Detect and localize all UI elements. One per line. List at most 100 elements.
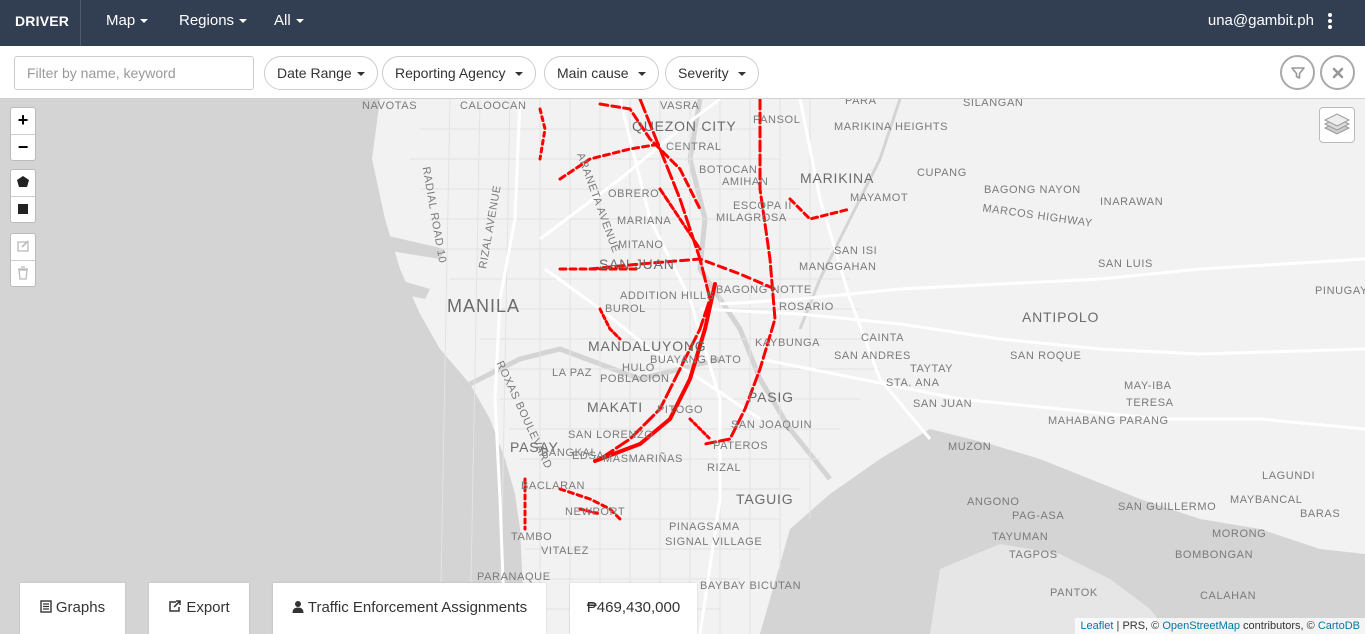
place-label: VASRA <box>660 100 700 112</box>
layers-control[interactable] <box>1319 107 1355 143</box>
cost-tab[interactable]: ₱469,430,000 <box>570 583 697 634</box>
place-label: MASMARIÑAS <box>603 453 683 465</box>
user-email[interactable]: una@gambit.ph <box>1208 0 1314 46</box>
place-label: MAHABANG PARANG <box>1048 415 1169 427</box>
place-label: OBRERO <box>608 188 660 200</box>
place-label: CALAHAN <box>1200 590 1257 602</box>
close-icon <box>1332 67 1344 79</box>
graphs-label: Graphs <box>55 599 106 616</box>
reporting-agency-label: Reporting Agency <box>395 65 506 81</box>
place-label: QUEZON CITY <box>632 118 737 134</box>
place-label: SAN GUILLERMO <box>1118 501 1217 513</box>
place-label: ANGONO <box>967 496 1020 508</box>
map-menu-label: Map <box>106 12 136 29</box>
zoom-control: + − <box>10 107 36 161</box>
kebab-menu-icon[interactable] <box>1327 13 1333 29</box>
brand-logo[interactable]: DRIVER <box>0 0 81 46</box>
place-label: SAN JUAN <box>913 398 973 410</box>
place-label: BOMBONGAN <box>1175 549 1254 561</box>
traffic-enforcement-tab[interactable]: Traffic Enforcement Assignments <box>273 583 546 634</box>
place-label: PARA <box>845 99 877 107</box>
graphs-tab[interactable]: Graphs <box>20 583 125 634</box>
all-menu-label: All <box>274 12 291 29</box>
place-label: MILAGROSA <box>716 212 787 224</box>
map-attribution: Leaflet | PRS, © OpenStreetMap contribut… <box>1075 618 1365 634</box>
place-label: ROSARIO <box>779 301 834 313</box>
place-label: BAYBAY BICUTAN <box>700 580 802 592</box>
severity-filter[interactable]: Severity <box>665 56 759 90</box>
regions-menu-label: Regions <box>179 12 235 29</box>
edit-layers-button[interactable] <box>11 234 35 260</box>
place-label: PINAGSAMA <box>669 521 740 533</box>
all-menu[interactable]: All <box>274 0 304 46</box>
top-navbar: DRIVER Map Regions All una@gambit.ph <box>0 0 1365 46</box>
place-label: BAGONG NOTTE <box>716 284 812 296</box>
place-label: RIZAL <box>707 462 742 474</box>
date-range-filter[interactable]: Date Range <box>264 56 378 90</box>
caret-down-icon <box>637 72 646 77</box>
cartodb-link[interactable]: CartoDB <box>1318 620 1360 632</box>
place-label: PASIG <box>748 389 794 405</box>
zoom-in-button[interactable]: + <box>11 108 35 134</box>
place-label: AMIHAN <box>722 176 769 188</box>
place-label: INARAWAN <box>1100 196 1164 208</box>
place-label: PINUGAY <box>1315 285 1365 297</box>
caret-down-icon <box>239 19 248 24</box>
layers-icon <box>1323 113 1351 135</box>
osm-link[interactable]: OpenStreetMap <box>1162 620 1240 632</box>
place-label: CAINTA <box>861 332 905 344</box>
place-label: NEWPORT <box>565 506 626 518</box>
zoom-out-button[interactable]: − <box>11 134 35 160</box>
attribution-text: | PRS, © <box>1113 620 1163 632</box>
caret-down-icon <box>356 72 365 77</box>
reporting-agency-filter[interactable]: Reporting Agency <box>382 56 536 90</box>
place-label: BARAS <box>1300 508 1341 520</box>
clear-filters-button[interactable] <box>1320 55 1355 90</box>
place-label: BOTOCAN <box>699 164 758 176</box>
caret-down-icon <box>140 19 149 24</box>
place-label: ANTIPOLO <box>1022 309 1100 325</box>
user-icon <box>292 601 304 613</box>
attribution-text: contributors, © <box>1240 620 1318 632</box>
place-label: MAY-IBA <box>1124 380 1172 392</box>
square-icon <box>18 204 28 214</box>
place-label: MANDALUYONG <box>588 338 707 354</box>
place-label: MAYAMOT <box>850 192 909 204</box>
leaflet-link[interactable]: Leaflet <box>1080 620 1113 632</box>
place-label: SAN LUIS <box>1098 258 1153 270</box>
place-label: VITALEZ <box>541 545 590 557</box>
filter-button[interactable] <box>1280 55 1315 90</box>
place-label: MUZON <box>948 441 992 453</box>
place-label: LAGUNDI <box>1262 470 1316 482</box>
severity-label: Severity <box>678 65 729 81</box>
place-label: MORONG <box>1212 528 1267 540</box>
draw-polygon-button[interactable] <box>11 170 35 196</box>
place-label: SAN ROQUE <box>1010 350 1082 362</box>
place-label: TAGUIG <box>736 491 794 507</box>
place-label: TAYUMAN <box>992 531 1049 543</box>
place-label: SILANGAN <box>963 99 1024 109</box>
map-canvas[interactable]: NAVOTAS CALOOCAN VASRA PARA SILANGAN QUE… <box>0 99 1365 634</box>
delete-layers-button[interactable] <box>11 260 35 286</box>
map-menu[interactable]: Map <box>106 0 149 46</box>
place-label: MITANO <box>618 239 664 251</box>
place-label: ADDITION HILLS <box>620 290 715 302</box>
export-tab[interactable]: Export <box>149 583 249 634</box>
place-label: TERESA <box>1126 397 1174 409</box>
place-label: BAGONG NAYON <box>984 184 1081 196</box>
place-label: MARIKINA HEIGHTS <box>834 121 949 133</box>
place-label: MARIKINA <box>800 170 875 186</box>
main-cause-filter[interactable]: Main cause <box>544 56 659 90</box>
place-label: ESCOPA II <box>733 200 792 212</box>
place-label: POBLACION <box>600 373 670 385</box>
draw-rectangle-button[interactable] <box>11 196 35 222</box>
filter-icon <box>1291 67 1305 79</box>
filter-bar: Date Range Reporting Agency Main cause S… <box>0 46 1365 99</box>
cost-value: ₱469,430,000 <box>586 599 681 616</box>
place-label: MANILA <box>447 296 521 316</box>
place-label: SAN ISI <box>834 245 878 257</box>
search-input[interactable] <box>14 56 254 90</box>
place-label: PITOGO <box>657 404 704 416</box>
regions-menu[interactable]: Regions <box>179 0 248 46</box>
road-label: EDSA <box>572 450 605 462</box>
